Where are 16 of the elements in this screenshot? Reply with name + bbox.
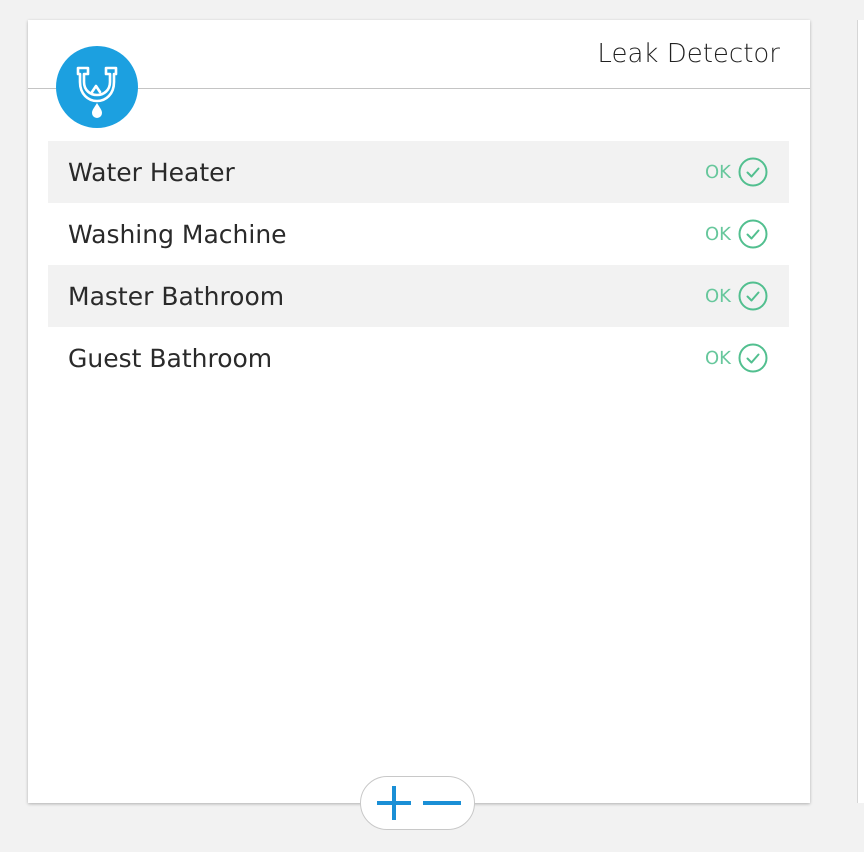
sensor-name: Guest Bathroom — [68, 344, 274, 372]
sensor-name: Water Heater — [68, 158, 236, 186]
sensor-name: Washing Machine — [68, 220, 288, 248]
pipe-leak-icon — [56, 46, 138, 128]
sensor-row[interactable]: Water Heater OK — [48, 141, 789, 203]
sensor-status: OK — [705, 286, 731, 306]
sensor-status: OK — [705, 162, 731, 182]
plus-icon — [374, 784, 412, 822]
sensor-status: OK — [705, 224, 731, 244]
widget-title: Leak Detector — [597, 39, 780, 69]
minus-icon — [422, 800, 460, 806]
sensor-status: OK — [705, 348, 731, 368]
sensor-row[interactable]: Master Bathroom OK — [48, 265, 789, 327]
sensor-row[interactable]: Washing Machine OK — [48, 203, 789, 265]
sensor-name: Master Bathroom — [68, 282, 286, 310]
sensor-row[interactable]: Guest Bathroom OK — [48, 327, 789, 389]
